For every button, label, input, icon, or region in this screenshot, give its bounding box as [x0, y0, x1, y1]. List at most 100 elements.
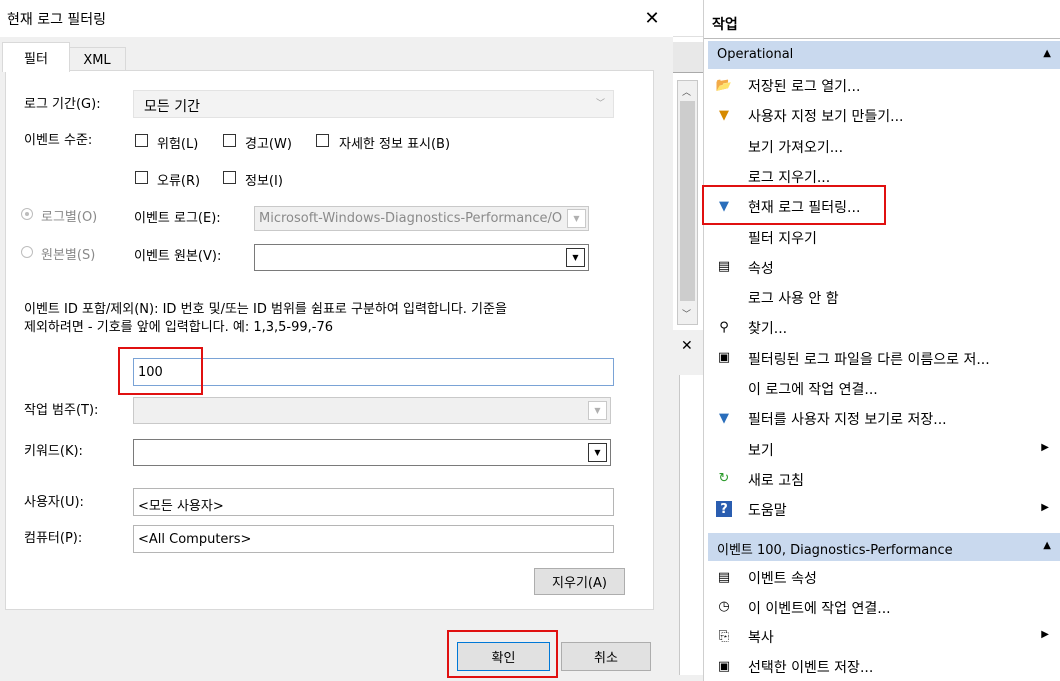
submenu-arrow-icon: ▶ — [1041, 441, 1049, 453]
event-log-select[interactable]: Microsoft-Windows-Diagnostics-Performanc… — [254, 206, 589, 231]
user-input[interactable]: <모든 사용자> — [133, 488, 614, 516]
actions-title: 작업 — [712, 17, 738, 33]
blank-icon — [716, 441, 732, 457]
scroll-up-icon[interactable]: ︿ — [682, 85, 691, 98]
filter-action-highlight — [702, 185, 886, 225]
by-log-radio[interactable] — [21, 208, 33, 220]
chevron-down-icon: ▼ — [567, 209, 586, 228]
action-item[interactable]: 📂 저장된 로그 열기... — [708, 70, 1060, 100]
chevron-down-icon: ▼ — [588, 401, 607, 420]
level-warning-label: 경고(W) — [245, 137, 292, 152]
close-icon[interactable]: ✕ — [681, 338, 693, 354]
action-label: 필터링된 로그 파일을 다른 이름으로 저... — [748, 351, 990, 368]
action-item[interactable]: ▣ 필터링된 로그 파일을 다른 이름으로 저... — [708, 343, 1060, 373]
scrollbar[interactable]: ︿ ﹀ — [677, 80, 698, 325]
action-item[interactable]: ▣ 선택한 이벤트 저장... — [708, 651, 1060, 681]
tab-xml[interactable]: XML — [68, 47, 126, 72]
level-verbose-label: 자세한 정보 표시(B) — [339, 137, 451, 152]
computer-input[interactable]: <All Computers> — [133, 525, 614, 553]
action-label: 선택한 이벤트 저장... — [748, 660, 874, 677]
binoculars-icon: ⚲ — [719, 319, 729, 335]
action-item[interactable]: ▤ 이벤트 속성 — [708, 562, 1060, 592]
cancel-button[interactable]: 취소 — [561, 642, 651, 671]
action-item[interactable]: 이 로그에 작업 연결... — [708, 373, 1060, 403]
action-item[interactable]: ⎘ 복사 ▶ — [708, 621, 1060, 651]
action-label: 도움말 — [748, 503, 787, 520]
keywords-select[interactable]: ▼ — [133, 439, 611, 466]
clear-button[interactable]: 지우기(A) — [534, 568, 625, 595]
action-label: 이 이벤트에 작업 연결... — [748, 600, 891, 617]
details-panel — [679, 375, 704, 675]
user-value: <모든 사용자> — [138, 499, 224, 514]
level-info-checkbox[interactable] — [223, 171, 236, 184]
event-source-select[interactable]: ▼ — [254, 244, 589, 271]
blank-icon — [716, 168, 732, 184]
action-label: 저장된 로그 열기... — [748, 79, 861, 95]
scroll-down-icon[interactable]: ﹀ — [682, 307, 691, 320]
event-level-label: 이벤트 수준: — [24, 133, 93, 148]
action-item[interactable]: 보기 가져오기... — [708, 131, 1060, 161]
blank-icon — [716, 289, 732, 305]
tab-filter[interactable]: 필터 — [2, 42, 70, 72]
action-label: 복사 — [748, 630, 774, 647]
action-item[interactable]: 로그 사용 안 함 — [708, 282, 1060, 312]
task-category-select[interactable]: ▼ — [133, 397, 611, 424]
section-event-header[interactable]: 이벤트 100, Diagnostics-Performance ▲ — [708, 533, 1060, 561]
dialog-title: 현재 로그 필터링 — [7, 12, 107, 28]
action-label: 로그 사용 안 함 — [748, 291, 839, 308]
section-title: 이벤트 100, Diagnostics-Performance — [717, 543, 953, 558]
action-item[interactable]: 필터 지우기 — [708, 222, 1060, 252]
event-ids-input[interactable]: 100 — [133, 358, 614, 386]
action-item[interactable]: ? 도움말 ▶ — [708, 494, 1060, 524]
task-category-label: 작업 범주(T): — [24, 403, 99, 418]
action-item[interactable]: ⚲ 찾기... — [708, 312, 1060, 342]
action-label: 새로 고침 — [748, 472, 804, 489]
ok-button-highlight — [447, 630, 558, 678]
action-item[interactable]: ▤ 속성 — [708, 252, 1060, 282]
action-label: 이 로그에 작업 연결... — [748, 382, 878, 398]
logged-label: 로그 기간(G): — [24, 97, 101, 112]
action-label: 필터 지우기 — [748, 230, 817, 247]
event-log-value: Microsoft-Windows-Diagnostics-Performanc… — [259, 211, 563, 226]
save-icon: ▣ — [717, 350, 731, 366]
folder-open-icon: 📂 — [715, 77, 733, 93]
level-error-checkbox[interactable] — [135, 171, 148, 184]
level-error-label: 오류(R) — [157, 174, 201, 189]
event-ids-description-2: 제외하려면 - 기호를 앞에 입력합니다. 예: 1,3,5-99,-76 — [24, 320, 334, 335]
by-source-radio[interactable] — [21, 246, 33, 258]
center-column-header — [673, 42, 703, 73]
actions-header: 작업 — [704, 10, 1060, 39]
save-event-icon: ▣ — [717, 658, 731, 674]
event-ids-highlight — [118, 347, 203, 395]
close-button[interactable]: ✕ — [634, 2, 670, 34]
blank-icon — [716, 138, 732, 154]
event-ids-description: 이벤트 ID 포함/제외(N): ID 번호 및/또는 ID 범위를 쉼표로 구… — [24, 302, 507, 317]
event-source-label: 이벤트 원본(V): — [134, 249, 222, 264]
level-critical-label: 위험(L) — [157, 137, 199, 152]
action-item[interactable]: ▼ 필터를 사용자 지정 보기로 저장... — [708, 403, 1060, 433]
logged-select[interactable]: 모든 기간 ﹀ — [133, 90, 614, 118]
section-operational-header[interactable]: Operational ▲ — [708, 41, 1060, 69]
scrollbar-thumb[interactable] — [680, 101, 695, 301]
event-properties-icon: ▤ — [717, 569, 731, 585]
level-warning-checkbox[interactable] — [223, 134, 236, 147]
attach-task-icon: ◷ — [718, 599, 730, 615]
properties-icon: ▤ — [717, 259, 731, 275]
action-item[interactable]: ▼ 사용자 지정 보기 만들기... — [708, 100, 1060, 130]
user-label: 사용자(U): — [24, 495, 84, 510]
action-label: 사용자 지정 보기 만들기... — [748, 109, 904, 126]
computer-label: 컴퓨터(P): — [24, 531, 83, 546]
action-item[interactable]: 보기 ▶ — [708, 434, 1060, 464]
help-icon: ? — [716, 501, 732, 518]
action-item[interactable]: ◷ 이 이벤트에 작업 연결... — [708, 592, 1060, 622]
center-header — [673, 0, 703, 37]
collapse-icon: ▲ — [1043, 540, 1051, 551]
action-label: 보기 — [748, 442, 774, 459]
chevron-down-icon: ▼ — [566, 248, 585, 267]
blank-icon — [716, 229, 732, 245]
level-verbose-checkbox[interactable] — [316, 134, 329, 147]
by-log-label: 로그별(O) — [41, 210, 98, 225]
refresh-icon: ↻ — [718, 471, 730, 487]
action-item[interactable]: ↻ 새로 고침 — [708, 464, 1060, 494]
level-critical-checkbox[interactable] — [135, 134, 148, 147]
